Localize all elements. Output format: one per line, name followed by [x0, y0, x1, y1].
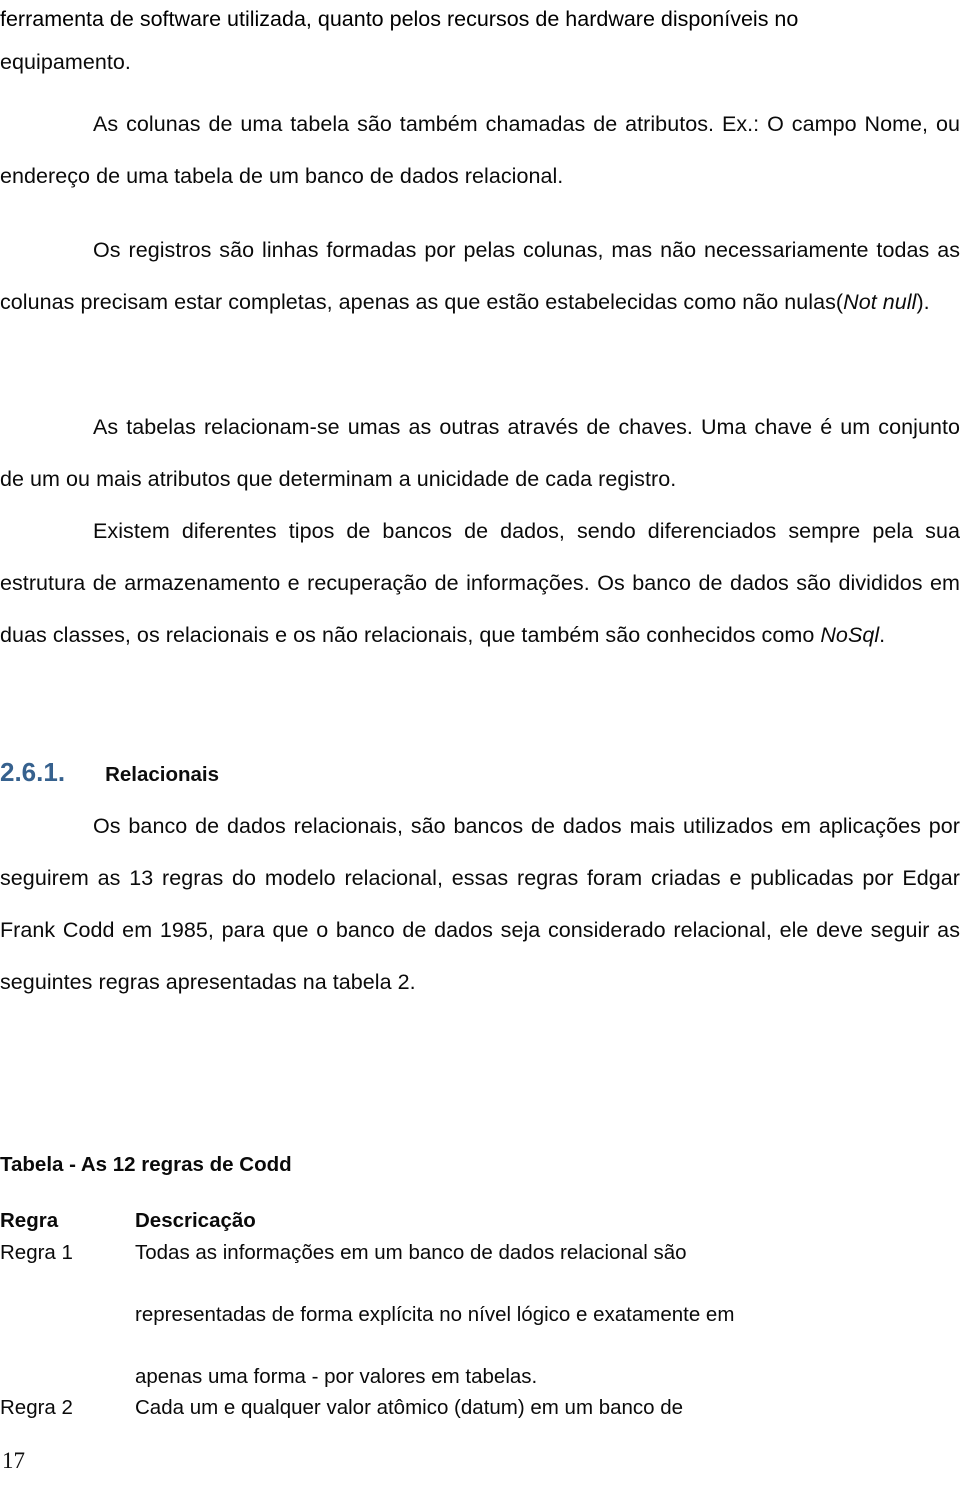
- paragraph-registros-linhas: Os registros são linhas formadas por pel…: [0, 224, 960, 328]
- table-cell-rule-1: Regra 1: [0, 1241, 73, 1264]
- table-cell-description-1-line-1: Todas as informações em um banco de dado…: [135, 1241, 687, 1264]
- document-page: ferramenta de software utilizada, quanto…: [0, 0, 960, 1492]
- table-row: Regra 1 Todas as informações em um banco…: [0, 1237, 900, 1392]
- table-column-header-regra: Regra: [0, 1209, 59, 1232]
- paragraph-colunas-atributos: As colunas de uma tabela são também cham…: [0, 112, 960, 188]
- table-caption: Tabela - As 12 regras de Codd: [0, 1153, 292, 1176]
- paragraph-registros-text-a: Os registros são linhas formadas por pel…: [0, 238, 960, 314]
- heading-number: 2.6.1.: [0, 757, 66, 787]
- term-nosql: NoSql: [820, 623, 880, 647]
- table-cell-description-1-line-3: apenas uma forma - por valores em tabela…: [135, 1365, 538, 1388]
- paragraph-continuation-line-2: equipamento.: [0, 50, 131, 74]
- paragraph-tipos-de-bancos: Existem diferentes tipos de bancos de da…: [0, 505, 960, 661]
- heading-2-6-1: 2.6.1. Relacionais: [0, 757, 940, 790]
- paragraph-relacionais-body: Os banco de dados relacionais, são banco…: [0, 814, 960, 994]
- table-column-header-descricacao: Descricação: [135, 1209, 256, 1232]
- term-not-null: Not null: [843, 290, 917, 314]
- paragraph-registros-text-b: ).: [916, 290, 930, 314]
- page-number: 17: [2, 1448, 25, 1473]
- table-row: Regra 2 Cada um e qualquer valor atômico…: [0, 1392, 900, 1426]
- heading-title: Relacionais: [105, 763, 220, 786]
- table-cell-description-2-line-1: Cada um e qualquer valor atômico (datum)…: [135, 1396, 684, 1419]
- codd-rules-table: Regra Descricação Regra 1 Todas as infor…: [0, 1205, 900, 1426]
- table-cell-description-1-line-2: representadas de forma explícita no níve…: [135, 1303, 735, 1326]
- table-header-row: Regra Descricação: [0, 1205, 900, 1237]
- table-cell-rule-2: Regra 2: [0, 1396, 73, 1419]
- paragraph-tipos-text-b: .: [879, 623, 886, 647]
- paragraph-tabelas-chaves: As tabelas relacionam-se umas as outras …: [0, 415, 960, 491]
- paragraph-tipos-text-a: Existem diferentes tipos de bancos de da…: [0, 519, 960, 647]
